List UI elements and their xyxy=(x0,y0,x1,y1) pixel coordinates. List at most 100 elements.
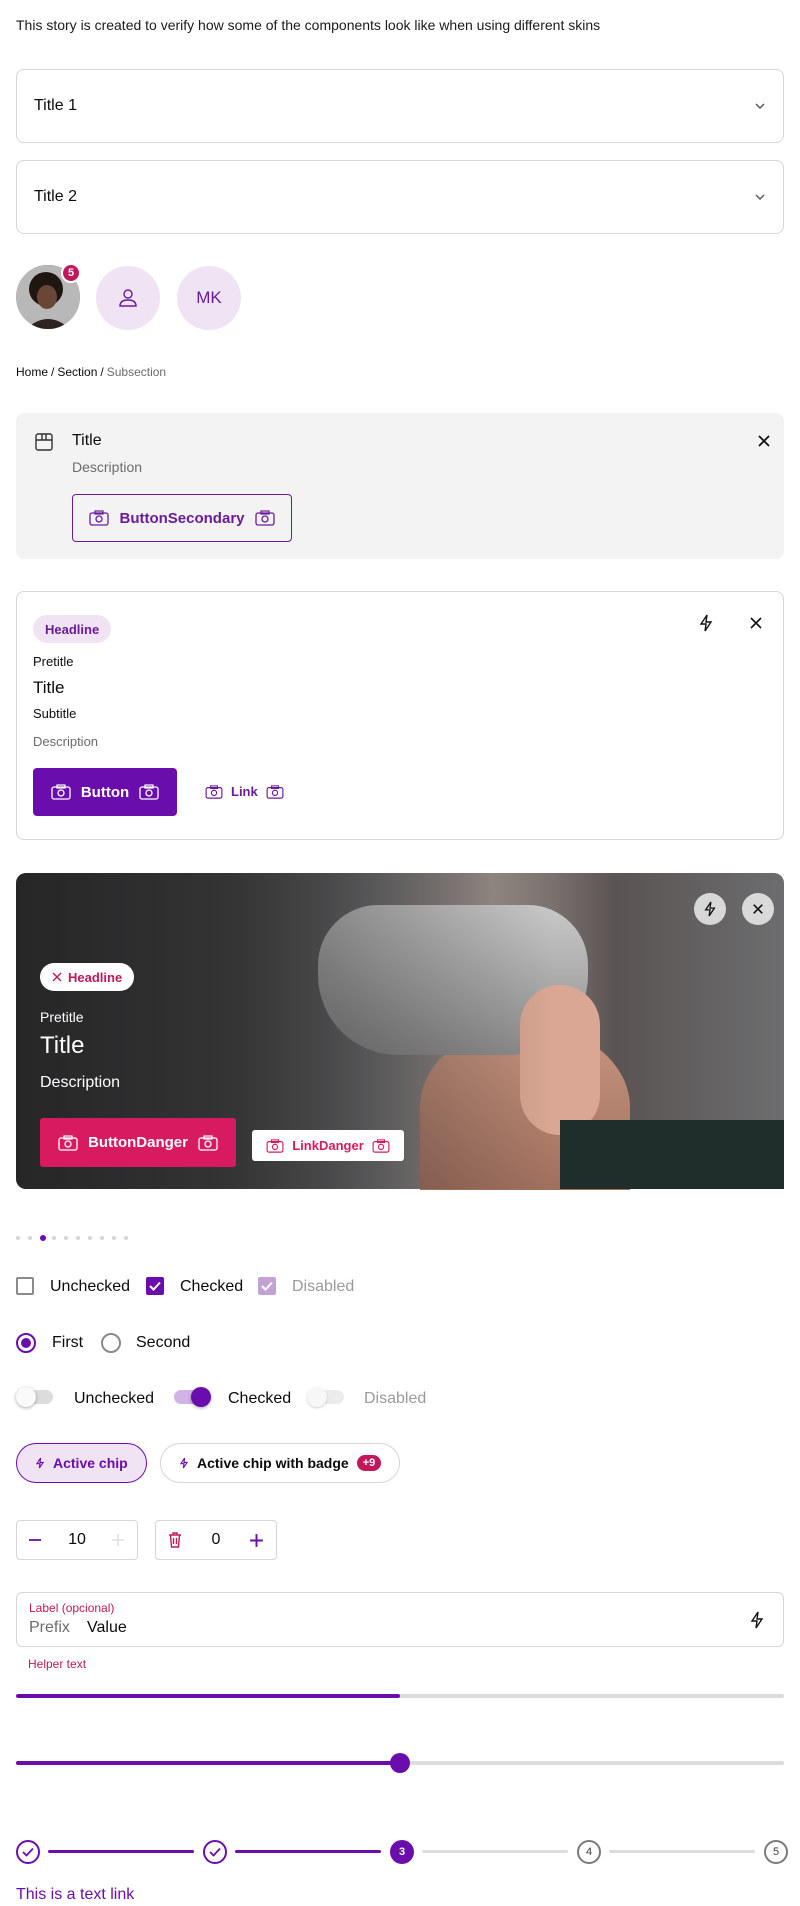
box-icon xyxy=(35,433,53,451)
check-icon xyxy=(209,1847,221,1857)
switch-label: Checked xyxy=(228,1390,292,1407)
hero-pretitle: Pretitle xyxy=(40,1009,84,1025)
card-link[interactable]: Link xyxy=(205,784,284,799)
breadcrumb: Home / Section / Subsection xyxy=(16,365,166,379)
avatar-user[interactable] xyxy=(96,266,160,330)
checkbox-checked[interactable] xyxy=(146,1277,164,1295)
hero-close-button[interactable] xyxy=(742,893,774,925)
checkbox-label: Disabled xyxy=(292,1278,355,1295)
chevron-down-icon xyxy=(755,194,765,200)
chip-label: Active chip xyxy=(53,1455,128,1471)
link-label: Link xyxy=(231,784,258,799)
breadcrumb-link-section[interactable]: Section xyxy=(57,365,97,379)
pagination-dot[interactable] xyxy=(100,1236,104,1240)
close-icon[interactable] xyxy=(749,616,763,630)
switch-thumb xyxy=(191,1387,211,1407)
hero-description: Description xyxy=(40,1074,121,1091)
checkbox-disabled xyxy=(258,1277,276,1295)
pagination-dot[interactable] xyxy=(52,1236,56,1240)
pagination-dot[interactable] xyxy=(124,1236,128,1240)
step-2-completed xyxy=(203,1840,227,1864)
step-5: 5 xyxy=(764,1840,788,1864)
pagination-dot[interactable] xyxy=(64,1236,68,1240)
lightning-icon[interactable] xyxy=(698,614,714,632)
pagination-dot[interactable] xyxy=(28,1236,32,1240)
callout-description: Description xyxy=(72,459,143,475)
chip-with-badge[interactable]: Active chip with badge +9 xyxy=(160,1443,401,1483)
button-primary[interactable]: Button xyxy=(33,768,177,816)
helper-text: Helper text xyxy=(28,1657,87,1671)
link-label: LinkDanger xyxy=(292,1138,364,1153)
lightning-icon xyxy=(35,1457,45,1469)
stepper-value[interactable]: 10 xyxy=(57,1531,97,1549)
camera-icon xyxy=(139,784,159,800)
chip-label: Active chip with badge xyxy=(197,1455,349,1471)
camera-icon xyxy=(198,1134,218,1151)
text-link[interactable]: This is a text link xyxy=(16,1886,134,1904)
progress-bar xyxy=(16,1694,784,1698)
accordion-item-2[interactable]: Title 2 xyxy=(16,160,784,234)
check-icon xyxy=(261,1281,273,1291)
switch-label: Disabled xyxy=(364,1390,427,1407)
lightning-icon[interactable] xyxy=(749,1610,765,1630)
hero-lightning-button[interactable] xyxy=(694,893,726,925)
card-subtitle: Subtitle xyxy=(33,706,77,721)
accordion-title: Title 1 xyxy=(34,97,77,114)
breadcrumb-separator: / xyxy=(51,365,55,379)
step-connector xyxy=(609,1850,755,1853)
tag-label: Headline xyxy=(45,621,100,637)
link-danger[interactable]: LinkDanger xyxy=(252,1130,404,1161)
breadcrumb-separator: / xyxy=(100,365,104,379)
close-icon xyxy=(753,904,763,914)
camera-icon xyxy=(266,784,284,799)
lightning-icon xyxy=(704,901,716,917)
camera-icon xyxy=(205,784,223,799)
pagination-dot[interactable] xyxy=(16,1236,20,1240)
stepper-value[interactable]: 0 xyxy=(196,1531,236,1549)
camera-icon xyxy=(254,510,275,526)
tag-label: Headline xyxy=(68,969,123,985)
field-value[interactable]: Value xyxy=(87,1619,127,1637)
hero-title: Title xyxy=(40,1032,85,1059)
radio-first[interactable] xyxy=(16,1333,36,1353)
avatar-initials[interactable]: MK xyxy=(177,266,241,330)
minus-icon[interactable] xyxy=(28,1533,42,1547)
notification-badge: 5 xyxy=(61,263,81,283)
field-prefix: Prefix xyxy=(29,1619,70,1636)
radio-second[interactable] xyxy=(101,1333,121,1353)
trash-icon[interactable] xyxy=(167,1531,183,1549)
plus-icon[interactable] xyxy=(249,1533,264,1548)
button-secondary[interactable]: ButtonSecondary xyxy=(72,494,292,542)
headline-tag-closable[interactable]: Headline xyxy=(40,963,135,991)
slider-thumb[interactable] xyxy=(390,1753,410,1773)
close-icon[interactable] xyxy=(756,433,772,449)
chip-active[interactable]: Active chip xyxy=(16,1443,147,1483)
step-connector xyxy=(422,1850,568,1853)
pagination-dot-active[interactable] xyxy=(40,1235,46,1241)
check-icon xyxy=(149,1281,161,1291)
checkbox-unchecked[interactable] xyxy=(16,1277,34,1295)
lightning-icon xyxy=(179,1457,189,1469)
accordion-item-1[interactable]: Title 1 xyxy=(16,69,784,143)
camera-icon xyxy=(372,1138,390,1153)
checkbox-label: Checked xyxy=(180,1278,244,1295)
card-title: Title xyxy=(33,678,65,697)
step-connector xyxy=(235,1850,381,1853)
switch-label: Unchecked xyxy=(74,1390,155,1407)
button-label: ButtonDanger xyxy=(88,1134,188,1151)
pagination-dot[interactable] xyxy=(112,1236,116,1240)
field-label: Label (opcional) xyxy=(29,1601,115,1615)
switch-thumb xyxy=(307,1387,327,1407)
callout-title: Title xyxy=(72,432,102,449)
button-danger[interactable]: ButtonDanger xyxy=(40,1118,236,1167)
text-field[interactable] xyxy=(16,1592,784,1647)
step-connector xyxy=(48,1850,194,1853)
pagination-dot[interactable] xyxy=(88,1236,92,1240)
checkbox-label: Unchecked xyxy=(50,1278,131,1295)
pagination-dot[interactable] xyxy=(76,1236,80,1240)
switch-thumb xyxy=(16,1387,36,1407)
step-3-current: 3 xyxy=(390,1840,414,1864)
button-label: ButtonSecondary xyxy=(119,509,245,527)
slider-fill xyxy=(16,1761,400,1765)
breadcrumb-link-home[interactable]: Home xyxy=(16,365,48,379)
